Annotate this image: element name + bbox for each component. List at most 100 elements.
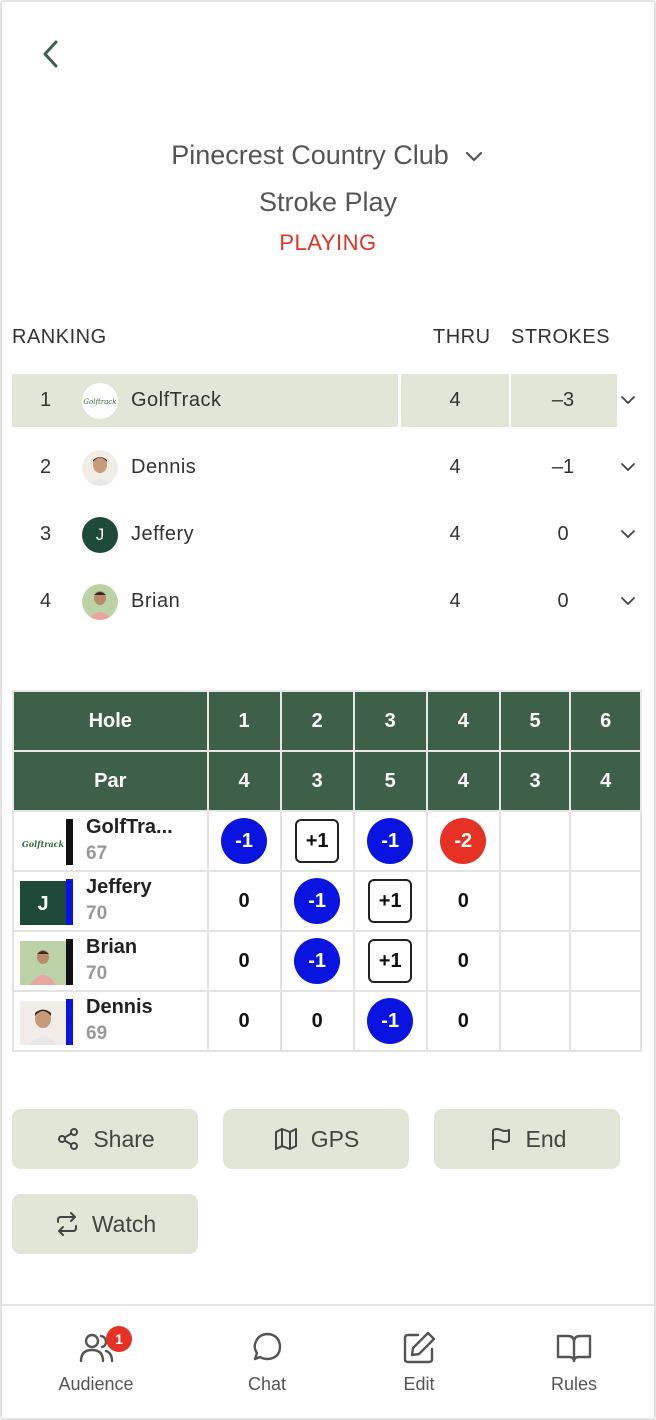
player-name: Jeffery (86, 876, 152, 898)
hole-score-cell[interactable] (569, 990, 642, 1052)
thru-value: 4 (449, 389, 461, 411)
hole-score-cell[interactable] (498, 810, 572, 872)
chevron-down-icon[interactable] (618, 457, 638, 477)
hole-score-cell[interactable] (498, 870, 572, 932)
player-cell[interactable]: Brian 70 (12, 930, 209, 992)
hole-score-cell[interactable]: -2 (425, 810, 501, 872)
player-photo (82, 584, 118, 620)
hole-score-cell[interactable] (569, 810, 642, 872)
hole-score-cell[interactable]: -1 (279, 930, 355, 992)
score-value: 0 (457, 1009, 469, 1032)
score-value: 0 (457, 889, 469, 912)
chevron-down-icon[interactable] (618, 524, 638, 544)
avatar-initial: J (20, 881, 66, 925)
watch-button[interactable]: Watch (12, 1194, 198, 1254)
hole-score-cell[interactable]: -1 (352, 810, 428, 872)
tab-rules[interactable]: Rules (514, 1328, 634, 1395)
player-handicap: 70 (86, 963, 108, 984)
player-name: Dennis (131, 456, 197, 478)
hole-score-cell[interactable]: 0 (425, 870, 501, 932)
avatar (82, 584, 118, 620)
hole-score-cell[interactable]: 0 (206, 930, 282, 992)
team-color-bar (66, 819, 73, 865)
rank-position: 2 (40, 456, 52, 478)
hole-score-cell[interactable] (569, 930, 642, 992)
share-icon (58, 1128, 79, 1150)
svg-text:J: J (37, 893, 48, 915)
score-chip: -1 (294, 878, 341, 924)
par-label: Par (12, 750, 209, 812)
ranking-header: RANKING THRU STROKES (0, 326, 656, 352)
player-name: Jeffery (131, 523, 195, 545)
tab-chat[interactable]: Chat (207, 1328, 327, 1395)
hole-score-cell[interactable]: -1 (352, 990, 428, 1052)
ranking-row[interactable]: 3 J Jeffery 4 0 (12, 508, 652, 561)
chevron-down-icon[interactable] (618, 591, 638, 611)
score-chip: +1 (368, 879, 413, 923)
ranking-list: 1 Golftrack GolfTrack 4 –3 2 Dennis 4 –1… (12, 374, 652, 642)
hole-label: Hole (12, 690, 209, 752)
hole-number: 2 (279, 690, 355, 752)
hole-score-cell[interactable]: 0 (279, 990, 355, 1052)
avatar: Golftrack (82, 383, 118, 419)
hole-number: 4 (425, 690, 501, 752)
game-header: Pinecrest Country Club Stroke Play PLAYI… (0, 140, 656, 256)
score-value: 0 (311, 1009, 323, 1032)
player-cell[interactable]: J Jeffery 70 (12, 870, 209, 932)
thru-value: 4 (449, 523, 461, 545)
strokes-value: –1 (551, 456, 575, 478)
end-button[interactable]: End (434, 1109, 620, 1169)
ranking-row[interactable]: 4 Brian 4 0 (12, 575, 652, 628)
end-label: End (525, 1125, 567, 1152)
player-name: Dennis (86, 996, 153, 1018)
team-color-bar (66, 999, 73, 1045)
game-status: PLAYING (279, 230, 377, 255)
score-chip: +1 (368, 939, 413, 983)
notification-badge: 1 (106, 1326, 132, 1352)
tab-label: Chat (247, 1374, 287, 1394)
rank-position: 1 (40, 389, 52, 411)
hole-score-cell[interactable]: -1 (279, 870, 355, 932)
team-color-bar (66, 939, 73, 985)
player-photo (20, 941, 66, 985)
edit-icon (403, 1331, 436, 1364)
tab-label: Edit (403, 1374, 435, 1394)
hole-score-cell[interactable]: 0 (206, 870, 282, 932)
score-chip: +1 (295, 819, 340, 863)
par-value: 4 (569, 750, 642, 812)
player-handicap: 67 (86, 843, 108, 864)
club-selector[interactable]: Pinecrest Country Club (171, 140, 485, 171)
score-chip: -1 (221, 818, 268, 864)
player-cell[interactable]: Golftrack GolfTra... 67 (12, 810, 209, 872)
ranking-row[interactable]: 1 Golftrack GolfTrack 4 –3 (12, 374, 652, 427)
tab-edit[interactable]: Edit (359, 1328, 479, 1395)
hole-score-cell[interactable]: 0 (425, 930, 501, 992)
score-chip: -1 (294, 938, 341, 984)
share-button[interactable]: Share (12, 1109, 198, 1169)
player-name: GolfTrack (131, 389, 222, 411)
hole-score-cell[interactable]: +1 (279, 810, 355, 872)
score-value: 0 (457, 949, 469, 972)
ranking-row[interactable]: 2 Dennis 4 –1 (12, 441, 652, 494)
back-button[interactable] (34, 36, 70, 72)
par-value: 3 (498, 750, 572, 812)
strokes-value: 0 (557, 590, 569, 612)
golftrack-logo: Golftrack (83, 384, 117, 418)
hole-score-cell[interactable]: 0 (425, 990, 501, 1052)
gps-button[interactable]: GPS (223, 1109, 409, 1169)
hole-score-cell[interactable]: 0 (206, 990, 282, 1052)
tab-audience[interactable]: 1 Audience (36, 1326, 156, 1395)
hole-score-cell[interactable]: -1 (206, 810, 282, 872)
player-cell[interactable]: Dennis 69 (12, 990, 209, 1052)
hole-score-cell[interactable] (498, 930, 572, 992)
hole-score-cell[interactable] (569, 870, 642, 932)
repeat-icon (56, 1212, 77, 1236)
chevron-left-icon (43, 40, 58, 68)
hole-score-cell[interactable] (498, 990, 572, 1052)
hole-score-cell[interactable]: +1 (352, 870, 428, 932)
hole-score-cell[interactable]: +1 (352, 930, 428, 992)
scorecard[interactable]: Hole 1 2 3 4 5 6 Par 4 3 5 4 3 4 Golftra… (12, 690, 642, 1056)
share-label: Share (93, 1125, 155, 1152)
chevron-down-icon[interactable] (618, 390, 638, 410)
rank-position: 3 (40, 523, 52, 545)
